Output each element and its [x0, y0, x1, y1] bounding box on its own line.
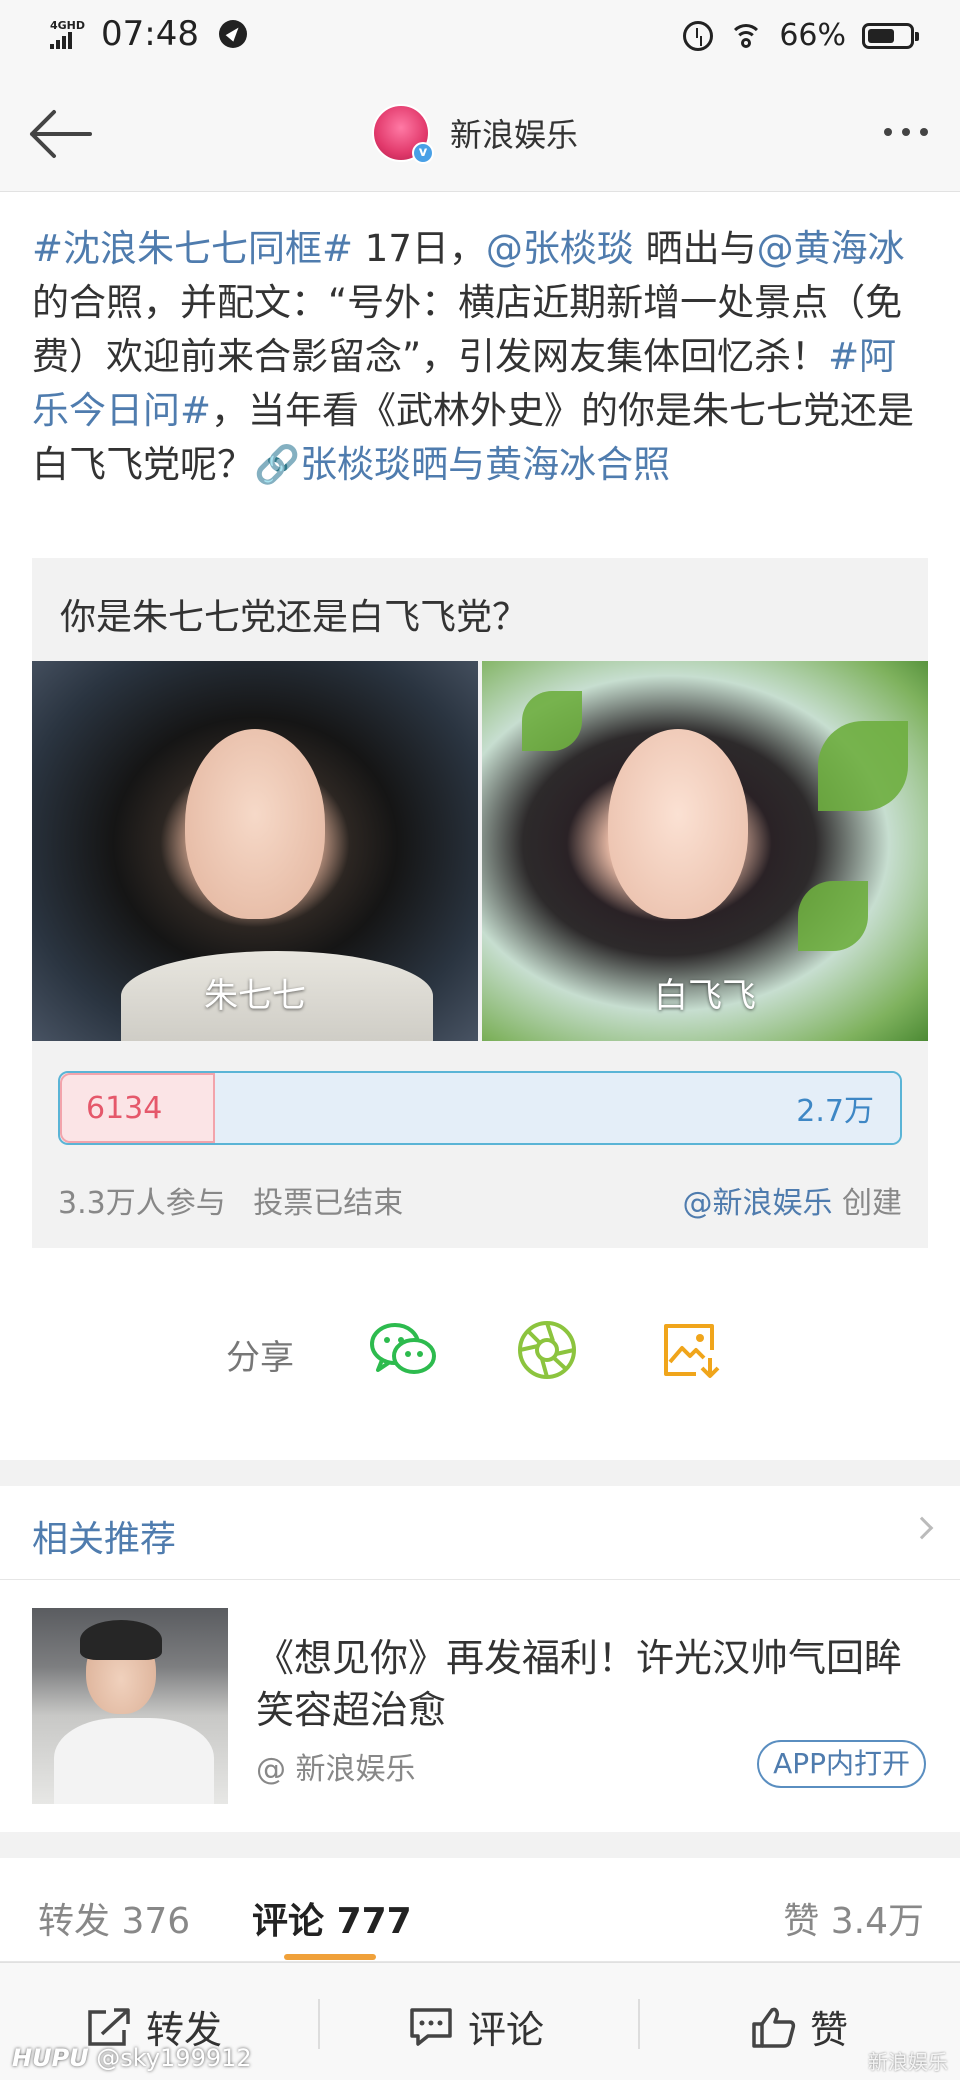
- more-options-icon[interactable]: [884, 128, 928, 136]
- poll-result-b: 2.7万: [215, 1073, 900, 1143]
- tab-active-indicator: [284, 1954, 376, 1960]
- poll-option-label: 白飞飞: [654, 976, 756, 1016]
- save-image-icon[interactable]: [656, 1318, 726, 1382]
- poll-status: 投票已结束: [253, 1186, 404, 1221]
- repost-icon: [88, 2007, 130, 2046]
- poll-options: 朱七七 白飞飞: [32, 661, 928, 1041]
- back-arrow-icon: [30, 110, 92, 158]
- watermark: HUPU @sky199912: [12, 2044, 252, 2072]
- section-divider: [0, 1832, 960, 1858]
- poll-creator: @新浪娱乐 创建: [682, 1178, 902, 1222]
- like-button[interactable]: 赞: [750, 1999, 848, 2054]
- related-title: 相关推荐: [32, 1519, 177, 1560]
- status-bar: 4GHD 07:48 66%: [0, 0, 960, 76]
- tab-likes[interactable]: 赞 3.4万: [783, 1892, 924, 1944]
- article-source: @ 新浪娱乐: [256, 1752, 416, 1787]
- comment-icon: [410, 2007, 452, 2046]
- post-text-segment: 晒出与: [633, 227, 757, 270]
- nav-bar: v 新浪娱乐: [0, 76, 960, 192]
- battery-percent: 66%: [779, 18, 846, 53]
- clock: 07:48: [101, 14, 200, 54]
- share-label: 分享: [226, 1338, 294, 1378]
- option-a-photo: [185, 729, 325, 920]
- post-text-segment: 17日，: [353, 227, 486, 270]
- post-link[interactable]: 🔗张棪琰晒与黄海冰合照: [254, 443, 670, 486]
- watermark-right: 新浪娱乐: [868, 2050, 948, 2074]
- related-header[interactable]: 相关推荐: [0, 1486, 960, 1580]
- status-right: 66%: [683, 18, 919, 53]
- chevron-right-icon: [910, 1516, 934, 1540]
- network-type: 4GHD: [50, 18, 86, 32]
- poll-creator-link[interactable]: @新浪娱乐: [682, 1186, 832, 1221]
- account-header[interactable]: v 新浪娱乐: [372, 104, 578, 164]
- poll-participants: 3.3万人参与: [58, 1186, 226, 1221]
- comment-button[interactable]: 评论: [408, 1999, 544, 2054]
- poll-meta: 3.3万人参与 投票已结束: [58, 1178, 403, 1222]
- stats-tabs: 转发 376 评论 777 赞 3.4万: [0, 1858, 960, 1962]
- poll-result-bar: 6134 2.7万: [58, 1071, 902, 1145]
- tab-likes-count: 3.4万: [830, 1901, 924, 1942]
- account-name[interactable]: 新浪娱乐: [450, 110, 578, 156]
- thumbs-up-icon: [752, 2007, 796, 2048]
- article-title: 《想见你》再发福利！许光汉帅气回眸笑容超治愈: [256, 1636, 903, 1732]
- post-body: #沈浪朱七七同框# 17日，@张棪琰 晒出与@黄海冰 的合照，并配文：“号外：横…: [32, 222, 932, 492]
- poll-result-a: 6134: [60, 1073, 216, 1143]
- wechat-icon[interactable]: [368, 1318, 438, 1382]
- option-b-photo: [608, 729, 749, 920]
- moments-icon[interactable]: [512, 1318, 582, 1382]
- article-thumbnail: [32, 1608, 228, 1804]
- account-avatar[interactable]: v: [372, 104, 434, 164]
- signal-icon: [50, 31, 85, 49]
- battery-level: [868, 28, 895, 43]
- like-label: 赞: [810, 2008, 849, 2052]
- post-link[interactable]: @黄海冰: [757, 227, 905, 270]
- related-article[interactable]: 《想见你》再发福利！许光汉帅气回眸笑容超治愈 @ 新浪娱乐 APP内打开: [0, 1580, 960, 1832]
- open-in-app-button[interactable]: APP内打开: [757, 1740, 926, 1788]
- alarm-icon: [683, 20, 714, 51]
- watermark-site: HUPU: [12, 2044, 89, 2072]
- poll-creator-suffix: 创建: [832, 1186, 902, 1221]
- network-indicator: 4GHD: [50, 20, 85, 49]
- tab-comments-label: 评论: [252, 1901, 325, 1942]
- post-link[interactable]: @张棪琰: [486, 227, 634, 270]
- back-button[interactable]: [24, 104, 94, 164]
- battery-icon: [862, 22, 919, 49]
- poll-option-a[interactable]: 朱七七: [32, 661, 478, 1041]
- tab-comments-count: 777: [336, 1901, 412, 1942]
- tab-reposts-label: 转发: [38, 1901, 111, 1942]
- tab-comments[interactable]: 评论 777: [252, 1892, 412, 1944]
- location-icon: [219, 20, 248, 48]
- post-text-segment: 的合照，并配文：“号外：横店近期新增一处景点（免费）欢迎前来合影留念”，引发网友…: [32, 281, 903, 378]
- post-link[interactable]: #沈浪朱七七同框#: [32, 227, 353, 270]
- status-left: 4GHD 07:48: [50, 14, 248, 54]
- wifi-icon: [729, 22, 764, 50]
- watermark-user: @sky199912: [88, 2044, 252, 2072]
- poll-card: 你是朱七七党还是白飞飞党？ 朱七七 白飞飞 6134 2.7万 3.3万人参与 …: [32, 558, 928, 1248]
- poll-option-b[interactable]: 白飞飞: [482, 661, 928, 1041]
- tab-likes-label: 赞: [783, 1901, 820, 1942]
- verified-badge-icon: v: [412, 142, 434, 164]
- tab-reposts-count: 376: [121, 1901, 191, 1942]
- section-divider: [0, 1460, 960, 1486]
- share-row: 分享: [0, 1310, 960, 1390]
- poll-question: 你是朱七七党还是白飞飞党？: [60, 597, 529, 638]
- comment-label: 评论: [468, 2008, 545, 2052]
- tab-reposts[interactable]: 转发 376: [38, 1892, 190, 1944]
- poll-option-label: 朱七七: [204, 976, 306, 1016]
